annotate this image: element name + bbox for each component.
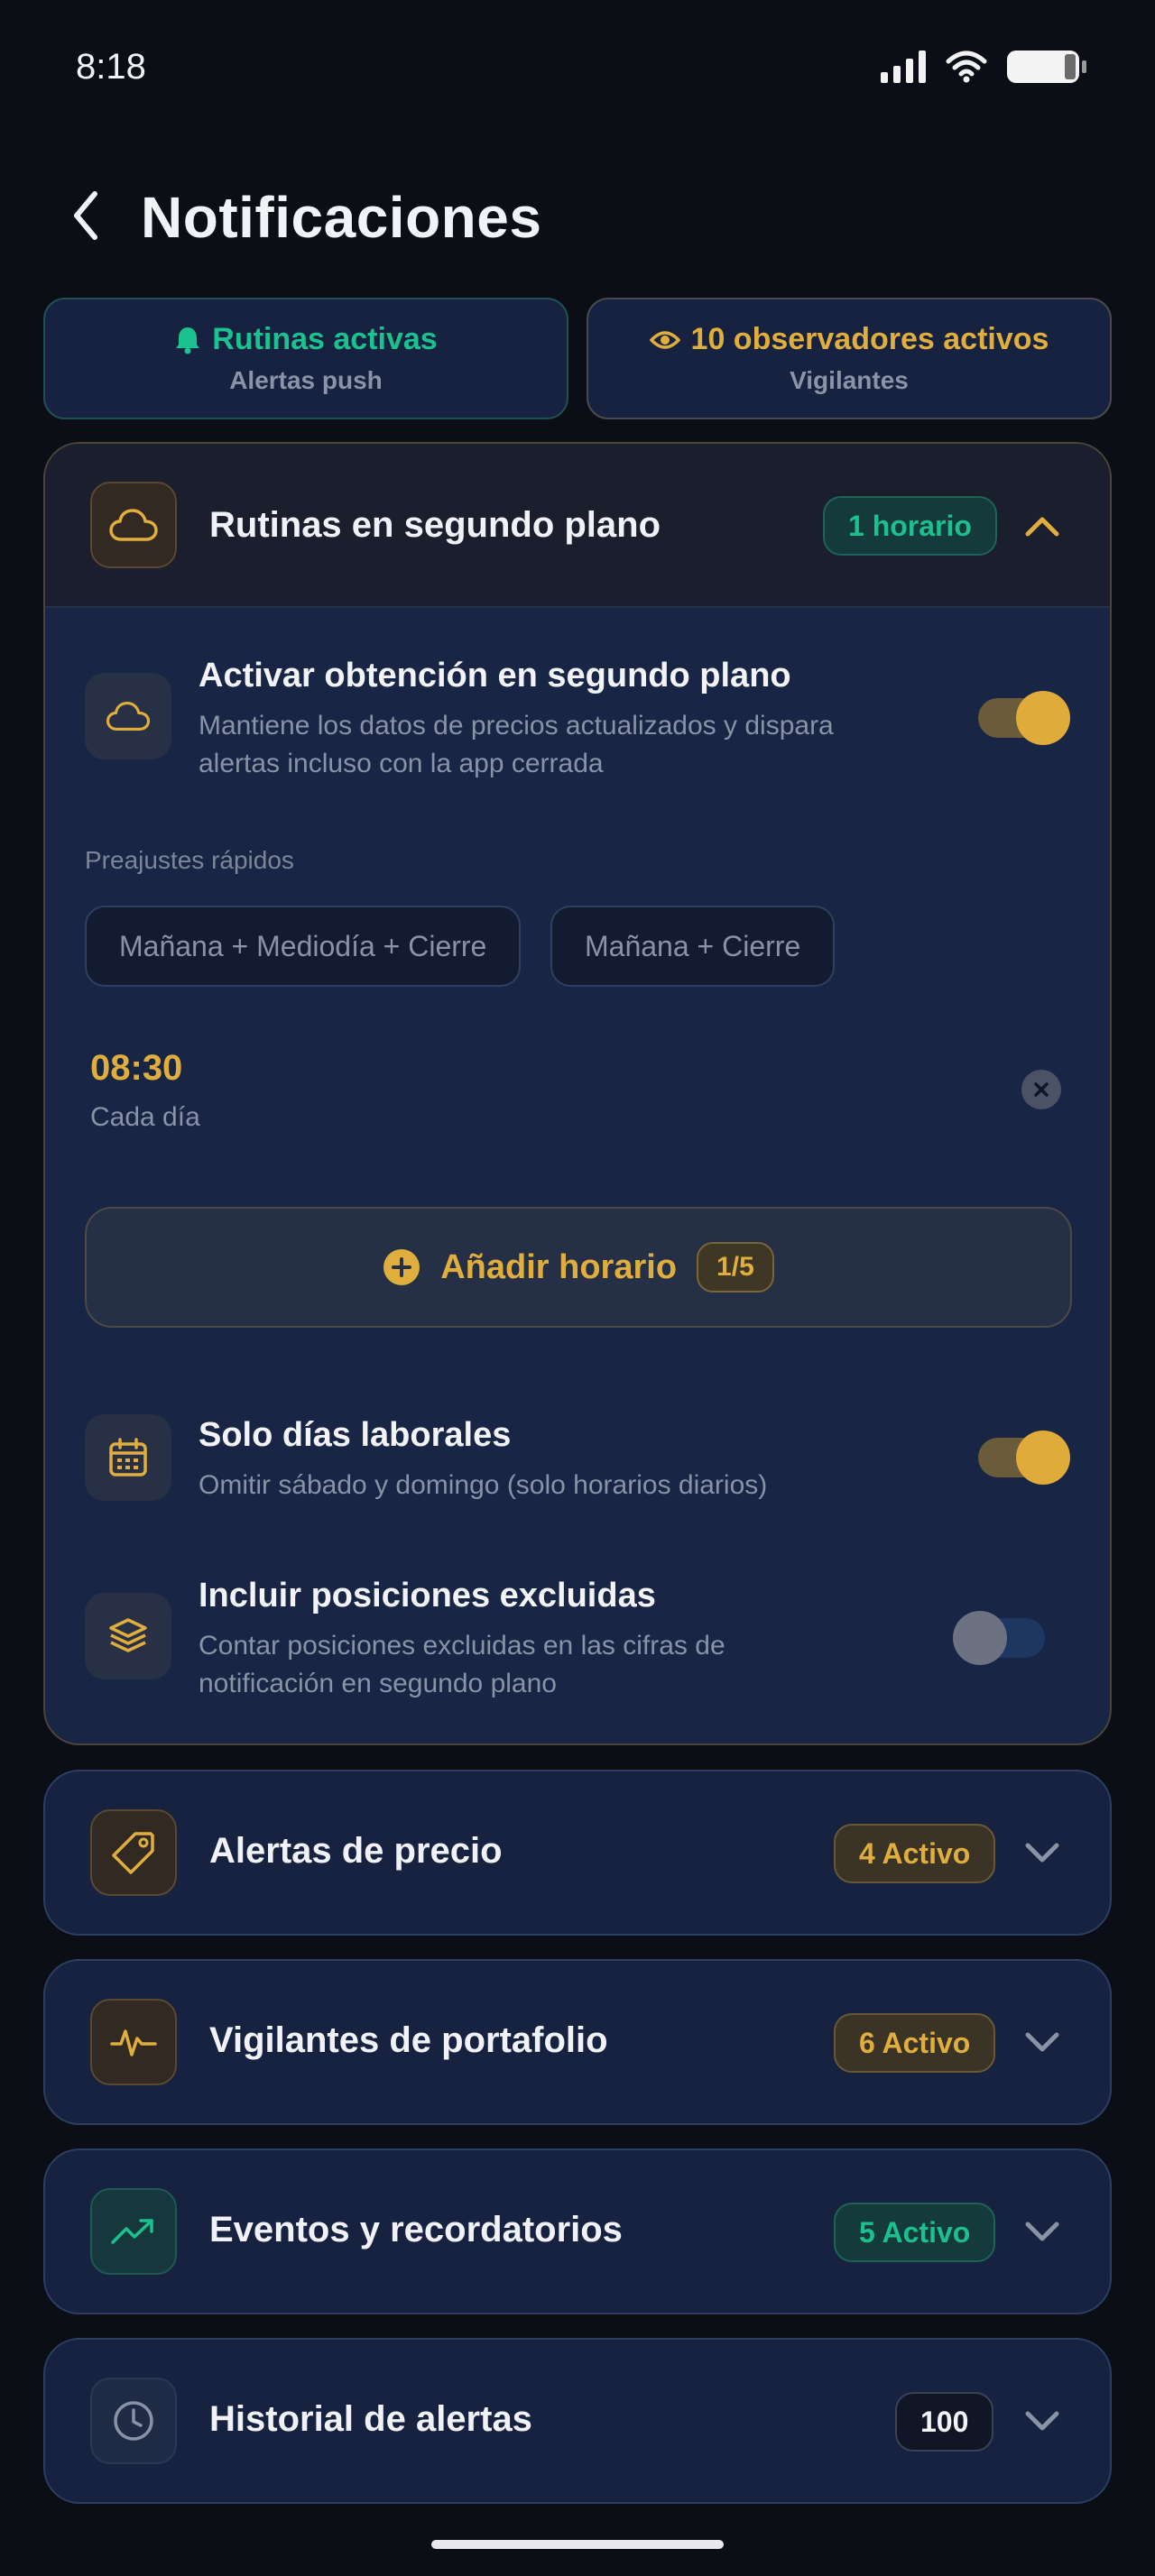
bell-icon [176,327,200,354]
layers-icon-box [85,1593,171,1679]
alert-history-badge: 100 [895,2392,994,2452]
summary-routines-subtitle: Alertas push [229,366,383,394]
price-alerts-card[interactable]: Alertas de precio 4 Activo [43,1770,1112,1936]
close-icon [1034,1082,1049,1097]
weekdays-description: Omitir sábado y domingo (solo horarios d… [199,1470,768,1500]
chevron-up-icon [1025,517,1059,537]
status-icons [881,51,1086,83]
chevron-down-icon [1025,2411,1059,2431]
price-alerts-title: Alertas de precio [209,1831,503,1871]
excluded-title: Incluir posiciones excluidas [199,1577,656,1615]
chevron-down-icon [1025,1843,1059,1863]
header: Notificaciones [0,171,1155,262]
summary-watchers-title-row: 10 observadores activos [649,322,1049,357]
events-reminders-badge: 5 Activo [834,2203,996,2262]
cloud-icon-box [90,482,177,568]
layers-icon [109,1618,147,1652]
page-title: Notificaciones [141,185,542,250]
signal-icon [881,51,926,83]
cloud-icon-box-small [85,673,171,759]
background-routines-header[interactable]: Rutinas en segundo plano 1 horario [45,444,1110,608]
add-schedule-label: Añadir horario [440,1247,678,1286]
portfolio-watchers-title: Vigilantes de portafolio [209,2020,608,2060]
alert-history-title: Historial de alertas [209,2399,532,2439]
chevron-down-icon [1025,2032,1059,2052]
home-indicator[interactable] [431,2540,724,2549]
summary-watchers-title: 10 observadores activos [690,322,1049,356]
tag-icon-box [90,1809,177,1896]
trending-up-icon-box [90,2188,177,2275]
back-button[interactable] [63,184,108,247]
plus-circle-icon [383,1249,420,1285]
presets-label: Preajustes rápidos [85,846,294,874]
summary-routines-title-row: Rutinas activas [174,322,438,357]
status-time: 8:18 [76,47,146,87]
trending-up-icon [111,2219,153,2244]
events-reminders-card[interactable]: Eventos y recordatorios 5 Activo [43,2148,1112,2314]
weekdays-toggle[interactable] [978,1431,1070,1485]
summary-watchers-subtitle: Vigilantes [790,366,909,394]
cloud-icon [106,702,151,731]
chevron-left-icon [74,191,97,240]
toggle-knob [1016,1431,1070,1485]
pulse-icon [110,2029,157,2056]
expand-button[interactable] [1020,1831,1065,1876]
chevron-down-icon [1025,2222,1059,2241]
fetch-description-1: Mantiene los datos de precios actualizad… [199,711,834,741]
toggle-knob [1016,691,1070,745]
schedule-limit-badge: 1/5 [697,1242,774,1293]
expand-button[interactable] [1020,2399,1065,2444]
calendar-icon-box [85,1414,171,1501]
tag-icon [112,1832,154,1874]
weekdays-title: Solo días laborales [199,1416,512,1454]
summary-routines-card[interactable]: Rutinas activas Alertas push [43,298,568,419]
fetch-toggle[interactable] [978,691,1070,745]
background-routines-card: Rutinas en segundo plano 1 horario Activ… [43,442,1112,1745]
background-routines-title: Rutinas en segundo plano [209,505,661,545]
clock-icon [114,2401,153,2441]
price-alerts-badge: 4 Activo [834,1824,996,1883]
preset-morning-noon-close[interactable]: Mañana + Mediodía + Cierre [85,906,522,987]
schedule-time: 08:30 [90,1048,183,1088]
summary-watchers-card[interactable]: 10 observadores activos Vigilantes [587,298,1112,419]
collapse-button[interactable] [1020,503,1065,548]
schedule-frequency: Cada día [90,1102,200,1132]
battery-icon [1007,51,1086,83]
wifi-icon [946,51,987,83]
preset-morning-close[interactable]: Mañana + Cierre [550,906,836,987]
portfolio-watchers-card[interactable]: Vigilantes de portafolio 6 Activo [43,1959,1112,2125]
alert-history-card[interactable]: Historial de alertas 100 [43,2338,1112,2504]
clock-icon-box [90,2378,177,2464]
add-schedule-button[interactable]: Añadir horario 1/5 [85,1207,1072,1328]
fetch-description-2: alertas incluso con la app cerrada [199,749,604,778]
eye-icon [649,330,680,349]
toggle-knob [953,1611,1007,1665]
events-reminders-title: Eventos y recordatorios [209,2210,623,2249]
status-bar: 8:18 [0,0,1155,135]
excluded-toggle[interactable] [953,1611,1045,1665]
excluded-description-2: notificación en segundo plano [199,1669,557,1698]
expand-button[interactable] [1020,2020,1065,2065]
summary-routines-title: Rutinas activas [212,322,438,356]
expand-button[interactable] [1020,2210,1065,2255]
remove-schedule-button[interactable] [1021,1070,1061,1109]
portfolio-watchers-badge: 6 Activo [834,2013,996,2073]
calendar-icon [109,1438,147,1477]
pulse-icon-box [90,1999,177,2085]
schedule-count-badge: 1 horario [823,496,997,556]
cloud-icon [109,509,158,541]
fetch-title: Activar obtención en segundo plano [199,657,791,695]
excluded-description-1: Contar posiciones excluidas en las cifra… [199,1631,725,1661]
